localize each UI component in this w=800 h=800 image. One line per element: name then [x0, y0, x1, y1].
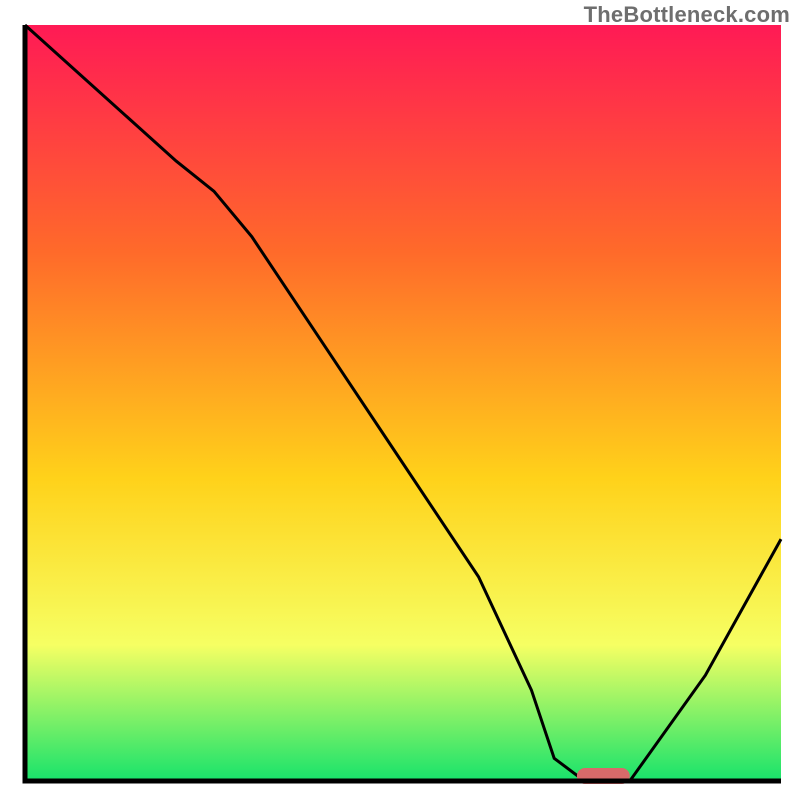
plot-area: [25, 25, 781, 784]
gradient-background: [25, 25, 781, 781]
watermark-text: TheBottleneck.com: [584, 2, 790, 28]
bottleneck-chart: [0, 0, 800, 800]
